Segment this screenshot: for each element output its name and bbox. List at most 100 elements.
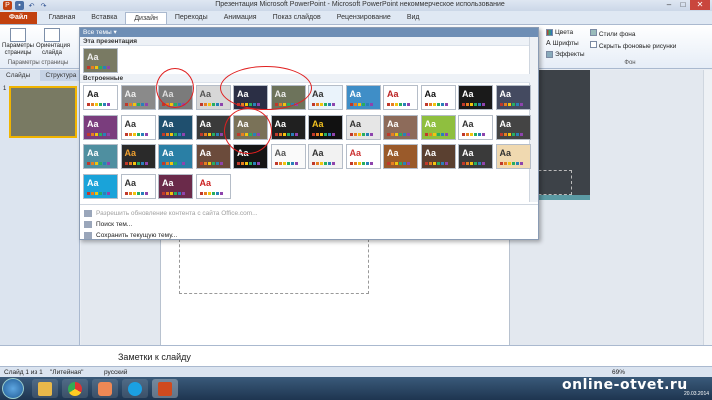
- theme-thumbnail[interactable]: Aa: [420, 114, 456, 140]
- theme-thumbnail[interactable]: Aa: [345, 144, 381, 169]
- start-icon[interactable]: [2, 378, 24, 399]
- tab-review[interactable]: Рецензирование: [329, 12, 399, 24]
- orientation-button[interactable]: Ориентация слайда: [36, 28, 70, 57]
- theme-thumbnail[interactable]: Aa: [383, 85, 418, 110]
- minimize-button[interactable]: –: [662, 0, 676, 10]
- vertical-scrollbar[interactable]: [703, 70, 712, 345]
- theme-thumbnail[interactable]: Aa: [345, 85, 381, 110]
- tab-design[interactable]: Дизайн: [125, 12, 167, 24]
- browse-themes-link[interactable]: Поиск тем...: [80, 219, 538, 230]
- theme-thumbnail[interactable]: Aa: [120, 85, 156, 110]
- theme-options: Цвета A Шрифты Эффекты: [546, 27, 585, 60]
- gallery-header-label: Все темы ▾: [83, 29, 117, 36]
- theme-thumbnail[interactable]: Aa: [383, 144, 418, 169]
- media-player-icon[interactable]: [92, 379, 118, 398]
- theme-thumbnail[interactable]: Aa: [458, 85, 493, 110]
- theme-sample-text: Aa: [499, 89, 512, 99]
- theme-thumbnail[interactable]: Aa: [195, 144, 231, 169]
- theme-thumbnail[interactable]: Aa: [120, 173, 156, 199]
- explorer-icon[interactable]: [32, 379, 58, 398]
- fonts-button[interactable]: A Шрифты: [546, 38, 585, 49]
- theme-thumbnail[interactable]: Aa: [158, 144, 193, 169]
- background-styles-label: Стили фона: [598, 31, 636, 38]
- theme-thumbnail[interactable]: Aa: [458, 114, 493, 140]
- page-setup-label: Параметры страницы: [2, 43, 34, 56]
- tab-file[interactable]: Файл: [0, 12, 37, 24]
- theme-thumbnail[interactable]: Aa: [158, 114, 193, 140]
- undo-icon[interactable]: ↶: [27, 1, 36, 10]
- theme-thumbnail[interactable]: Aa: [308, 85, 343, 110]
- subtitle-placeholder[interactable]: [179, 239, 369, 294]
- theme-thumbnail[interactable]: Aa: [83, 48, 118, 73]
- skype-icon[interactable]: [122, 379, 148, 398]
- page-setup-button[interactable]: Параметры страницы: [2, 28, 34, 57]
- tab-insert[interactable]: Вставка: [83, 12, 125, 24]
- theme-sample-text: Aa: [424, 148, 437, 158]
- theme-thumbnail[interactable]: Aa: [420, 85, 456, 110]
- theme-sample-text: Aa: [162, 118, 174, 129]
- save-theme-link[interactable]: Сохранить текущую тему...: [80, 230, 538, 241]
- theme-sample-text: Aa: [87, 148, 99, 158]
- theme-sample-text: Aa: [274, 118, 287, 129]
- tab-slideshow[interactable]: Показ слайдов: [265, 12, 329, 24]
- theme-thumbnail[interactable]: Aa: [345, 114, 381, 140]
- slide-thumbnail[interactable]: [9, 86, 77, 138]
- theme-color-swatches: [124, 191, 148, 195]
- theme-thumbnail[interactable]: Aa: [120, 114, 156, 140]
- theme-color-swatches: [312, 132, 335, 136]
- theme-sample-text: Aa: [387, 89, 399, 99]
- save-icon[interactable]: ▪: [15, 1, 24, 10]
- theme-sample-text: Aa: [387, 148, 399, 158]
- theme-color-swatches: [312, 162, 335, 165]
- theme-thumbnail[interactable]: Aa: [458, 144, 493, 169]
- effects-button[interactable]: Эффекты: [546, 49, 585, 60]
- theme-thumbnail[interactable]: Aa: [83, 173, 118, 199]
- theme-thumbnail[interactable]: Aa: [308, 144, 343, 169]
- theme-color-swatches: [462, 162, 485, 165]
- gallery-header[interactable]: Все темы ▾: [80, 28, 538, 37]
- theme-thumbnail[interactable]: Aa: [308, 114, 343, 140]
- theme-thumbnail[interactable]: Aa: [83, 114, 118, 140]
- tab-outline[interactable]: Структура: [40, 70, 80, 81]
- theme-thumbnail[interactable]: Aa: [270, 144, 306, 169]
- theme-thumbnail[interactable]: Aa: [495, 85, 531, 110]
- background-styles-button[interactable]: Стили фона: [590, 29, 676, 41]
- theme-sample-text: Aa: [199, 89, 212, 99]
- tab-view[interactable]: Вид: [399, 12, 428, 24]
- theme-color-swatches: [499, 103, 523, 106]
- theme-thumbnail[interactable]: Aa: [120, 144, 156, 169]
- theme-sample-text: Aa: [424, 118, 437, 129]
- colors-button[interactable]: Цвета: [546, 27, 585, 38]
- taskbar-date: 20.03.2014: [684, 391, 710, 397]
- theme-thumbnail[interactable]: Aa: [195, 173, 231, 199]
- tab-slides[interactable]: Слайды: [0, 70, 40, 81]
- powerpoint-icon[interactable]: [152, 379, 178, 398]
- theme-thumbnail[interactable]: Aa: [383, 114, 418, 140]
- close-button[interactable]: ✕: [690, 0, 710, 10]
- theme-thumbnail[interactable]: Aa: [158, 173, 193, 199]
- theme-sample-text: Aa: [349, 118, 362, 129]
- theme-color-swatches: [349, 103, 373, 106]
- maximize-button[interactable]: □: [676, 0, 690, 10]
- theme-thumbnail[interactable]: Aa: [495, 114, 531, 140]
- theme-color-swatches: [124, 132, 148, 136]
- hide-background-checkbox[interactable]: Скрыть фоновые рисунки: [590, 41, 676, 53]
- theme-thumbnail[interactable]: Aa: [420, 144, 456, 169]
- theme-color-swatches: [424, 162, 448, 165]
- gallery-links: Разрешить обновление контента с сайта Of…: [80, 204, 538, 241]
- theme-thumbnail[interactable]: Aa: [495, 144, 531, 169]
- quick-access-toolbar: P ▪ ↶ ↷: [3, 1, 48, 10]
- background-group-label: Фон: [624, 60, 636, 66]
- tab-animations[interactable]: Анимация: [216, 12, 265, 24]
- theme-color-swatches: [124, 162, 148, 165]
- theme-thumbnail[interactable]: Aa: [83, 144, 118, 169]
- colors-label: Цвета: [555, 29, 574, 36]
- chrome-icon[interactable]: [62, 379, 88, 398]
- redo-icon[interactable]: ↷: [39, 1, 48, 10]
- theme-color-swatches: [462, 103, 485, 106]
- tab-transitions[interactable]: Переходы: [167, 12, 216, 24]
- theme-thumbnail[interactable]: Aa: [270, 114, 306, 140]
- powerpoint-icon: P: [3, 1, 12, 10]
- tab-home[interactable]: Главная: [41, 12, 84, 24]
- theme-thumbnail[interactable]: Aa: [83, 85, 118, 110]
